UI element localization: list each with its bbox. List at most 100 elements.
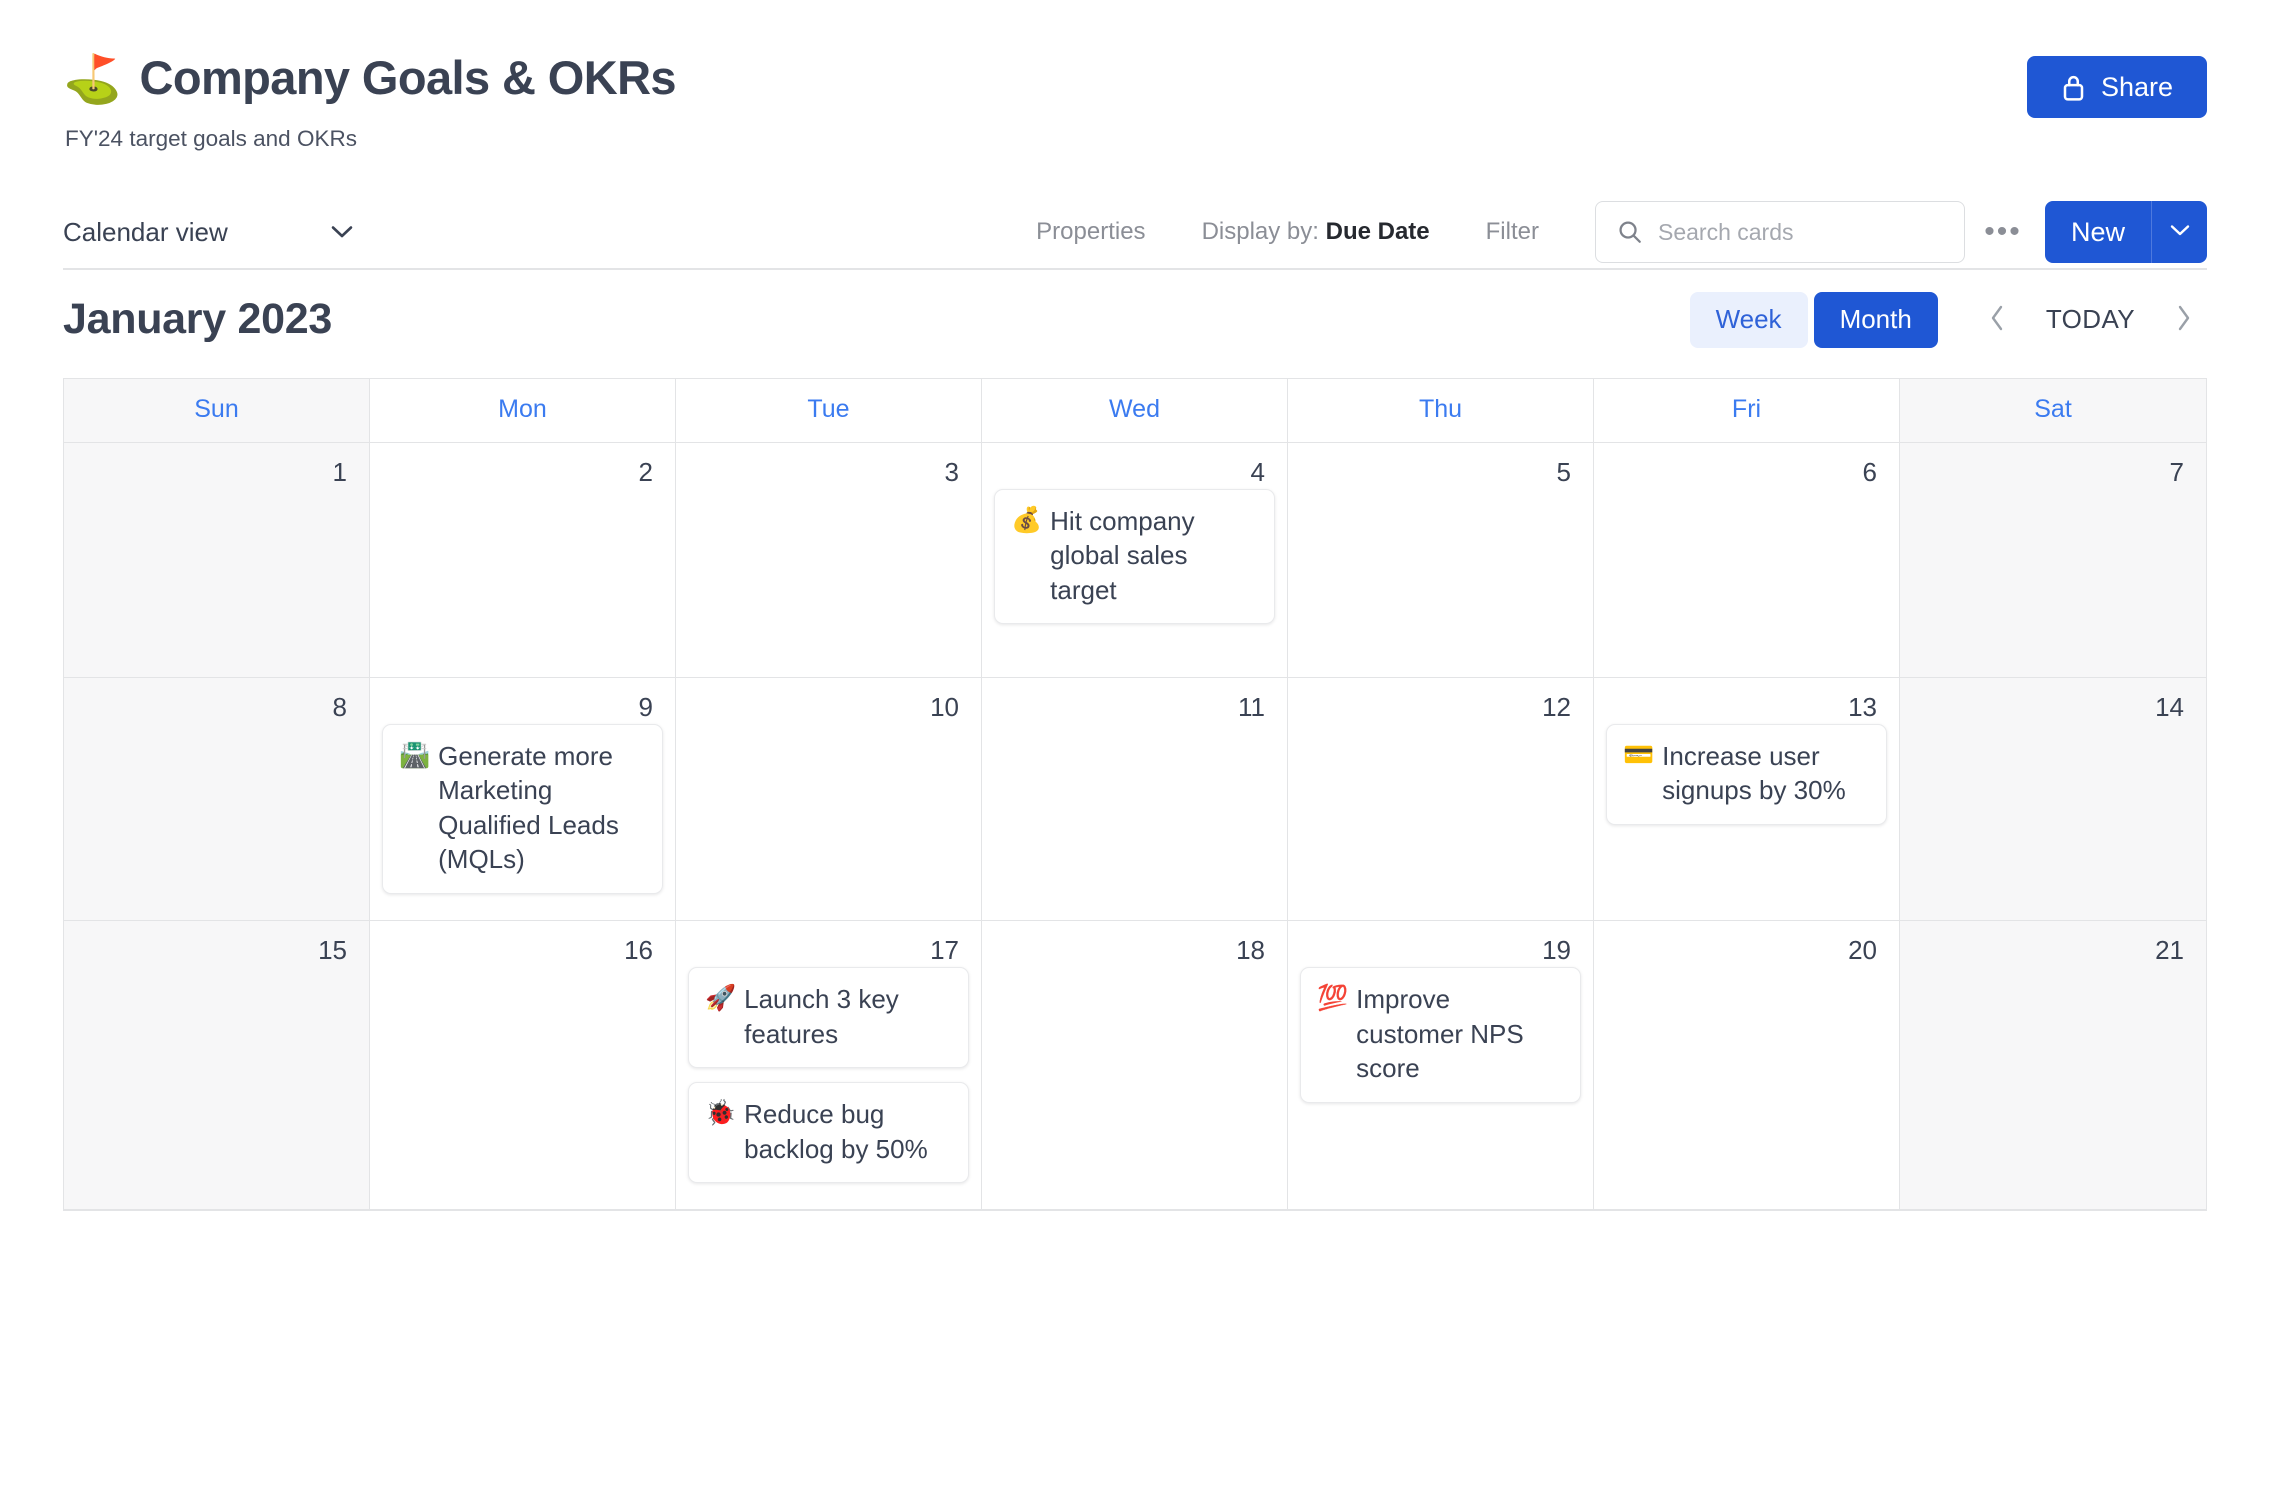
day-number: 6 [1862, 456, 1877, 487]
filter-button[interactable]: Filter [1458, 218, 1567, 246]
day-cell-13[interactable]: 13 💳 Increase user signups by 30% [1594, 677, 1900, 920]
page-title-row: ⛳ Company Goals & OKRs [63, 51, 677, 105]
day-cell-16[interactable]: 16 [370, 920, 676, 1210]
weekday-label: Mon [498, 394, 547, 423]
day-cell-8[interactable]: 8 [64, 677, 370, 920]
day-cell-10[interactable]: 10 [676, 677, 982, 920]
page-title: Company Goals & OKRs [139, 51, 677, 104]
day-cell-15[interactable]: 15 [64, 920, 370, 1210]
event-card[interactable]: 🚀 Launch 3 key features [688, 966, 969, 1069]
view-select-label: Calendar view [63, 216, 228, 247]
day-number: 14 [2155, 691, 2184, 722]
lady-beetle-emoji: 🐞 [705, 1099, 737, 1128]
money-bag-emoji: 💰 [1011, 505, 1043, 534]
week-view-button[interactable]: Week [1689, 291, 1808, 348]
day-cell-11[interactable]: 11 [982, 677, 1288, 920]
day-number: 12 [1542, 691, 1571, 722]
day-cell-4[interactable]: 4 💰 Hit company global sales target [982, 442, 1288, 677]
weekday-header-row: Sun Mon Tue Wed Thu Fri Sat [64, 378, 2206, 443]
previous-period-button[interactable] [1974, 294, 2020, 346]
weekday-label: Sun [194, 394, 239, 423]
weekday-header-fri: Fri [1594, 378, 1900, 442]
day-number: 2 [638, 456, 653, 487]
calendar-grid: Sun Mon Tue Wed Thu Fri Sat 1 2 3 4 💰 Hit company g… [63, 377, 2207, 1212]
day-cell-21[interactable]: 21 [1900, 920, 2206, 1210]
day-number: 9 [638, 691, 653, 722]
day-cards: 💰 Hit company global sales target [992, 488, 1277, 625]
day-cell-5[interactable]: 5 [1288, 442, 1594, 677]
day-number: 13 [1848, 691, 1877, 722]
day-cell-9[interactable]: 9 🛣️ Generate more Marketing Qualified Lea… [370, 677, 676, 920]
display-by-prefix: Display by: [1201, 218, 1319, 246]
day-number: 18 [1236, 934, 1265, 965]
day-cell-12[interactable]: 12 [1288, 677, 1594, 920]
search-input[interactable] [1594, 201, 1965, 264]
day-cards: 🚀 Launch 3 key features 🐞 Reduce bug backlo… [686, 966, 971, 1184]
event-card[interactable]: 🐞 Reduce bug backlog by 50% [688, 1082, 969, 1184]
new-button[interactable]: New [2044, 201, 2151, 264]
toolbar-actions: Properties Display by: Due Date Filter •… [1008, 201, 2207, 264]
display-by-button[interactable]: Display by: Due Date [1174, 218, 1458, 246]
weekday-header-tue: Tue [676, 378, 982, 442]
golf-flag-icon: ⛳ [63, 51, 122, 105]
event-card[interactable]: 💳 Increase user signups by 30% [1606, 723, 1887, 825]
page-header: ⛳ Company Goals & OKRs FY'24 target goal… [0, 0, 2270, 152]
event-card-title: Reduce bug backlog by 50% [744, 1099, 928, 1164]
day-cell-3[interactable]: 3 [676, 442, 982, 677]
motorway-emoji: 🛣️ [399, 740, 431, 769]
chevron-down-icon [331, 225, 353, 239]
day-number: 16 [624, 934, 653, 965]
day-number: 7 [2169, 456, 2184, 487]
weekday-header-sun: Sun [64, 378, 370, 442]
page-header-left: ⛳ Company Goals & OKRs FY'24 target goal… [63, 51, 677, 152]
properties-button[interactable]: Properties [1008, 218, 1173, 246]
day-number: 11 [1238, 691, 1265, 722]
event-card[interactable]: 🛣️ Generate more Marketing Qualified Lead… [382, 723, 663, 894]
event-card-title: Hit company global sales target [1050, 505, 1195, 605]
day-number: 21 [2155, 934, 2184, 965]
date-nav-group: TODAY [1974, 294, 2207, 346]
weekday-label: Wed [1109, 394, 1160, 423]
day-cell-6[interactable]: 6 [1594, 442, 1900, 677]
day-cell-7[interactable]: 7 [1900, 442, 2206, 677]
view-select[interactable]: Calendar view [63, 217, 393, 248]
day-cell-1[interactable]: 1 [64, 442, 370, 677]
day-number: 19 [1542, 934, 1571, 965]
weekday-header-sat: Sat [1900, 378, 2206, 442]
new-dropdown-button[interactable] [2151, 201, 2207, 264]
chevron-down-icon [2170, 224, 2190, 240]
day-cell-17[interactable]: 17 🚀 Launch 3 key features 🐞 Reduce bug back… [676, 920, 982, 1210]
event-card-title: Increase user signups by 30% [1662, 740, 1846, 806]
more-options-icon: ••• [1984, 215, 2022, 249]
calendar-header: January 2023 Week Month TODAY [63, 270, 2207, 370]
calendar-week-row: 8 9 🛣️ Generate more Marketing Qualified Le… [64, 677, 2206, 921]
month-title: January 2023 [63, 295, 332, 344]
day-cards: 💳 Increase user signups by 30% [1604, 723, 1889, 825]
page-subtitle: FY'24 target goals and OKRs [65, 125, 357, 151]
more-options-button[interactable]: ••• [1975, 204, 2031, 260]
day-number: 17 [930, 934, 959, 965]
calendar-week-row: 1 2 3 4 💰 Hit company global sales target 5 6 7 [64, 442, 2206, 678]
event-card[interactable]: 💰 Hit company global sales target [994, 488, 1275, 625]
day-cell-2[interactable]: 2 [370, 442, 676, 677]
calendar-weeks: 1 2 3 4 💰 Hit company global sales target 5 6 7 8… [64, 442, 2206, 1210]
share-button[interactable]: Share [2026, 56, 2207, 118]
month-view-button[interactable]: Month [1813, 291, 1938, 348]
day-cell-20[interactable]: 20 [1594, 920, 1900, 1210]
day-number: 20 [1848, 934, 1877, 965]
credit-card-emoji: 💳 [1623, 740, 1655, 769]
day-number: 15 [318, 934, 347, 965]
chevron-left-icon [1989, 304, 2005, 335]
next-period-button[interactable] [2161, 294, 2207, 346]
day-cell-18[interactable]: 18 [982, 920, 1288, 1210]
today-button[interactable]: TODAY [2024, 304, 2157, 335]
day-cell-14[interactable]: 14 [1900, 677, 2206, 920]
day-cards: 🛣️ Generate more Marketing Qualified Lead… [380, 723, 665, 894]
day-number: 8 [332, 691, 347, 722]
event-card[interactable]: 💯 Improve customer NPS score [1300, 966, 1581, 1103]
weekday-header-thu: Thu [1288, 378, 1594, 442]
day-cell-19[interactable]: 19 💯 Improve customer NPS score [1288, 920, 1594, 1210]
share-button-label: Share [2100, 71, 2173, 102]
event-card-title: Generate more Marketing Qualified Leads … [438, 740, 619, 875]
weekday-label: Thu [1418, 394, 1463, 423]
